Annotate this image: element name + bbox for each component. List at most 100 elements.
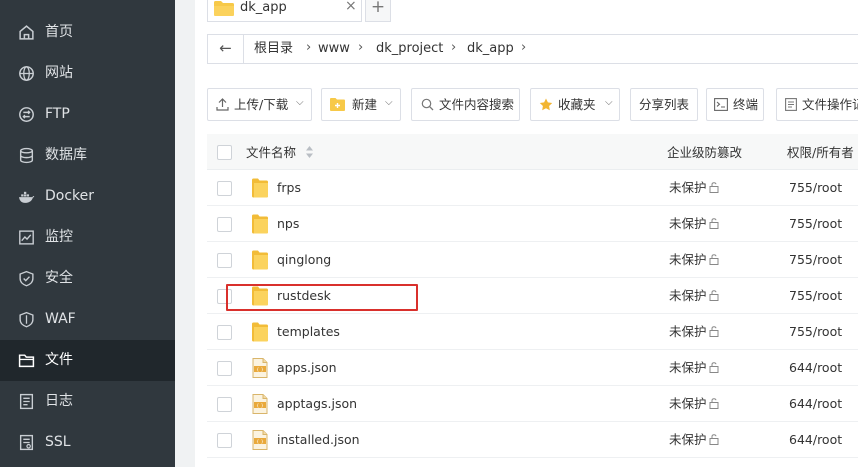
table-row[interactable]: nps 未保护 755/root bbox=[207, 206, 858, 242]
database-icon bbox=[19, 147, 34, 164]
new-button[interactable]: 新建 ⌵ bbox=[321, 88, 401, 121]
table-row[interactable]: { } apptags.json 未保护 644/root bbox=[207, 386, 858, 422]
table-row[interactable]: qinglong 未保护 755/root bbox=[207, 242, 858, 278]
folder-icon bbox=[252, 214, 268, 234]
upload-download-button[interactable]: 上传/下载 ⌵ bbox=[207, 88, 312, 121]
sidebar-item-label: 日志 bbox=[45, 393, 73, 409]
sidebar-item-label: WAF bbox=[45, 311, 76, 327]
search-content-button[interactable]: 文件内容搜索 bbox=[411, 88, 520, 121]
sidebar-item-ssl[interactable]: SSL bbox=[0, 422, 175, 463]
breadcrumb-separator: › bbox=[521, 40, 527, 55]
table-row[interactable]: { } apps.json 未保护 644/root bbox=[207, 350, 858, 386]
breadcrumb-dk-app[interactable]: dk_app bbox=[467, 41, 514, 57]
file-ops-log-label: 文件操作记 bbox=[802, 97, 858, 112]
file-name-link[interactable]: apptags.json bbox=[277, 396, 357, 411]
row-checkbox[interactable] bbox=[217, 397, 232, 412]
sort-icon[interactable] bbox=[305, 145, 314, 159]
row-checkbox[interactable] bbox=[217, 181, 232, 196]
favorites-button[interactable]: 收藏夹 ⌵ bbox=[530, 88, 620, 121]
file-name-link[interactable]: installed.json bbox=[277, 432, 360, 447]
terminal-label: 终端 bbox=[733, 97, 759, 112]
sidebar-item-logs[interactable]: 日志 bbox=[0, 381, 175, 422]
back-arrow-icon[interactable]: ← bbox=[208, 35, 244, 63]
unlock-icon[interactable] bbox=[709, 182, 720, 193]
unlock-icon[interactable] bbox=[709, 218, 720, 229]
add-tab-button[interactable]: + bbox=[365, 0, 391, 22]
sidebar-item-website[interactable]: 网站 bbox=[0, 53, 175, 94]
chevron-down-icon: ⌵ bbox=[605, 97, 613, 108]
svg-text:{ }: { } bbox=[256, 403, 263, 409]
sidebar-item-home[interactable]: 首页 bbox=[0, 12, 175, 53]
permission-owner[interactable]: 755/root bbox=[789, 180, 842, 195]
protect-status[interactable]: 未保护 bbox=[669, 252, 707, 267]
sidebar-item-label: 网站 bbox=[45, 65, 73, 81]
sidebar-item-monitor[interactable]: 监控 bbox=[0, 217, 175, 258]
json-file-icon: { } bbox=[252, 394, 268, 414]
sidebar-item-database[interactable]: 数据库 bbox=[0, 135, 175, 176]
tab-dk-app[interactable]: dk_app × bbox=[207, 0, 362, 22]
sidebar-item-ftp[interactable]: FTP bbox=[0, 94, 175, 135]
permission-owner[interactable]: 644/root bbox=[789, 432, 842, 447]
table-row[interactable]: { } installed.json 未保护 644/root bbox=[207, 422, 858, 458]
docker-icon bbox=[19, 191, 35, 203]
sidebar-item-files[interactable]: 文件 bbox=[0, 340, 175, 381]
breadcrumb-www[interactable]: www bbox=[318, 41, 350, 57]
row-checkbox[interactable] bbox=[217, 361, 232, 376]
file-name-link[interactable]: templates bbox=[277, 324, 340, 339]
unlock-icon[interactable] bbox=[709, 326, 720, 337]
file-ops-log-button[interactable]: 文件操作记 bbox=[776, 88, 858, 121]
sidebar-item-label: FTP bbox=[45, 106, 70, 122]
ftp-icon bbox=[19, 107, 34, 122]
sidebar: 首页 网站 FTP 数据库 Docker 监控 安全 WAF 文件 日志 SSL bbox=[0, 0, 175, 467]
row-checkbox[interactable] bbox=[217, 217, 232, 232]
sidebar-item-label: 监控 bbox=[45, 229, 73, 245]
breadcrumb-dk-project[interactable]: dk_project bbox=[376, 41, 443, 57]
home-icon bbox=[19, 25, 34, 40]
sidebar-item-label: 文件 bbox=[45, 352, 73, 368]
table-row[interactable]: templates 未保护 755/root bbox=[207, 314, 858, 350]
protect-status[interactable]: 未保护 bbox=[669, 180, 707, 195]
terminal-button[interactable]: 终端 bbox=[706, 88, 764, 121]
sidebar-item-security[interactable]: 安全 bbox=[0, 258, 175, 299]
breadcrumb-root[interactable]: 根目录 bbox=[254, 41, 293, 57]
permission-owner[interactable]: 644/root bbox=[789, 360, 842, 375]
permission-owner[interactable]: 755/root bbox=[789, 324, 842, 339]
unlock-icon[interactable] bbox=[709, 398, 720, 409]
permission-owner[interactable]: 755/root bbox=[789, 216, 842, 231]
protect-status[interactable]: 未保护 bbox=[669, 216, 707, 231]
folder-icon bbox=[252, 250, 268, 270]
row-checkbox[interactable] bbox=[217, 433, 232, 448]
unlock-icon[interactable] bbox=[709, 290, 720, 301]
protect-status[interactable]: 未保护 bbox=[669, 288, 707, 303]
permission-owner[interactable]: 755/root bbox=[789, 252, 842, 267]
sidebar-item-label: Docker bbox=[45, 188, 95, 204]
permission-owner[interactable]: 755/root bbox=[789, 288, 842, 303]
row-checkbox[interactable] bbox=[217, 325, 232, 340]
protect-status[interactable]: 未保护 bbox=[669, 324, 707, 339]
protect-status[interactable]: 未保护 bbox=[669, 360, 707, 375]
highlight-box-rustdesk bbox=[226, 284, 418, 311]
sidebar-item-docker[interactable]: Docker bbox=[0, 176, 175, 217]
terminal-icon bbox=[714, 98, 728, 111]
breadcrumb: ← 根目录 › www › dk_project › dk_app › bbox=[207, 34, 858, 64]
unlock-icon[interactable] bbox=[709, 434, 720, 445]
protect-status[interactable]: 未保护 bbox=[669, 432, 707, 447]
column-header-name[interactable]: 文件名称 bbox=[246, 145, 296, 160]
sidebar-item-waf[interactable]: WAF bbox=[0, 299, 175, 340]
row-checkbox[interactable] bbox=[217, 253, 232, 268]
waf-shield-icon bbox=[19, 311, 34, 328]
file-name-link[interactable]: frps bbox=[277, 180, 301, 195]
unlock-icon[interactable] bbox=[709, 362, 720, 373]
upload-download-label: 上传/下载 bbox=[234, 97, 289, 112]
share-list-button[interactable]: 分享列表 bbox=[630, 88, 698, 121]
unlock-icon[interactable] bbox=[709, 254, 720, 265]
close-icon[interactable]: × bbox=[345, 0, 357, 14]
file-name-link[interactable]: qinglong bbox=[277, 252, 331, 267]
upload-icon bbox=[216, 98, 229, 111]
permission-owner[interactable]: 644/root bbox=[789, 396, 842, 411]
protect-status[interactable]: 未保护 bbox=[669, 396, 707, 411]
file-name-link[interactable]: apps.json bbox=[277, 360, 337, 375]
file-name-link[interactable]: nps bbox=[277, 216, 299, 231]
table-row[interactable]: frps 未保护 755/root bbox=[207, 170, 858, 206]
select-all-checkbox[interactable] bbox=[217, 145, 232, 160]
